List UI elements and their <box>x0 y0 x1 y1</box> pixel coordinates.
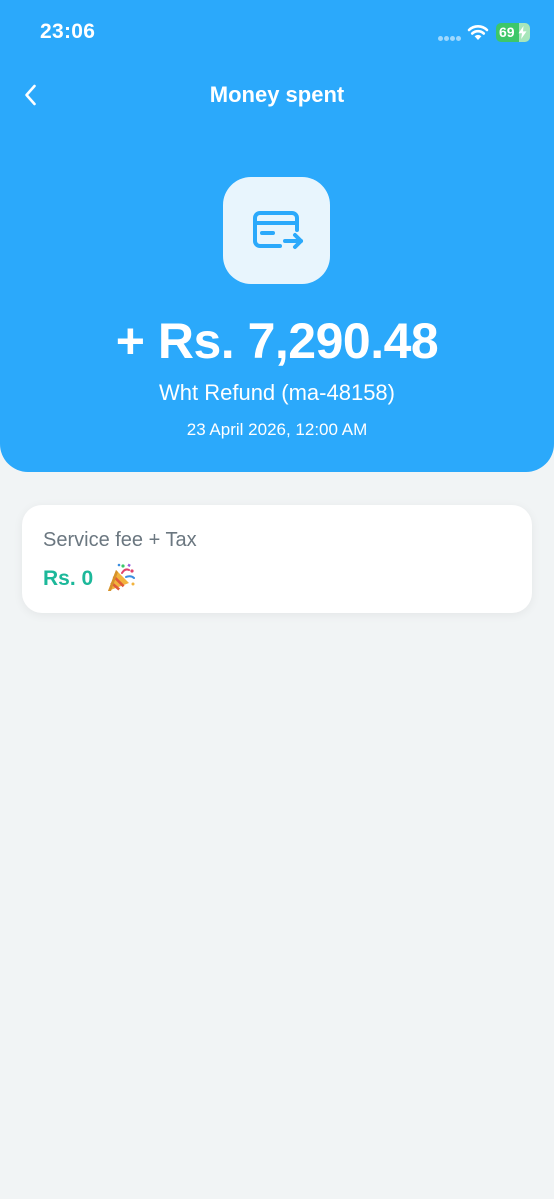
wifi-icon <box>467 25 489 40</box>
transaction-datetime: 23 April 2026, 12:00 AM <box>186 420 368 439</box>
card-transfer-icon <box>252 210 303 249</box>
service-fee-label: Service fee + Tax <box>43 529 197 551</box>
transaction-icon-tile <box>223 177 330 284</box>
service-fee-card: Service fee + Tax Rs. 0 <box>22 505 532 613</box>
signal-icon <box>438 36 462 42</box>
page-title: Money spent <box>209 82 345 107</box>
party-popper-icon <box>108 563 135 591</box>
service-fee-value: Rs. 0 <box>43 567 94 590</box>
battery-level: 69 <box>499 24 515 40</box>
header-panel: 23:06 69 Money spent + Rs. 7,290.48 Wht … <box>0 0 554 472</box>
transaction-description: Wht Refund (ma-48158) <box>159 380 395 405</box>
battery-icon: 69 <box>496 23 530 42</box>
charging-bolt-icon <box>518 26 527 39</box>
status-time: 23:06 <box>40 20 96 43</box>
transaction-amount: + Rs. 7,290.48 <box>115 313 439 369</box>
